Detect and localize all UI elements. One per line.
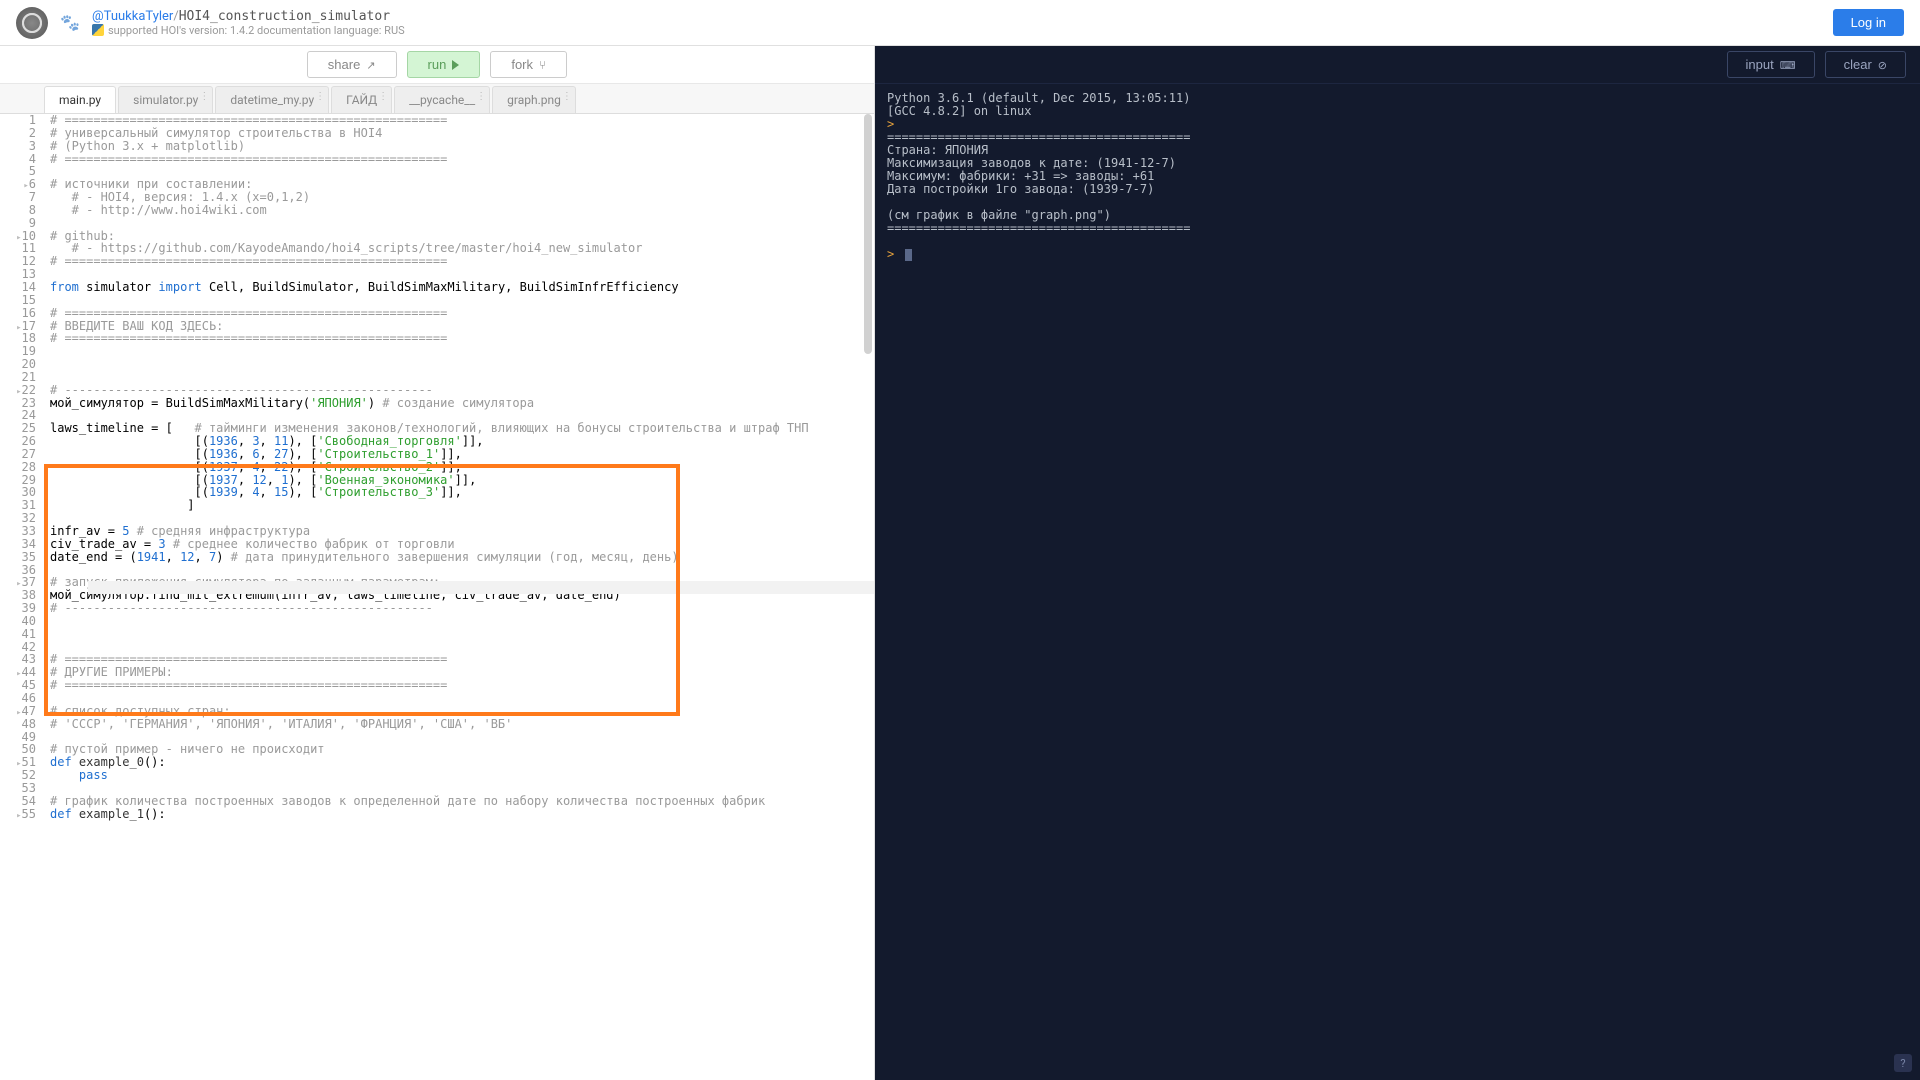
- code-line-52[interactable]: pass: [44, 769, 874, 782]
- code-line-21[interactable]: [44, 371, 874, 384]
- paw-icon: 🐾: [60, 13, 80, 33]
- editor-toolbar: share run fork: [0, 46, 874, 84]
- code-line-19[interactable]: [44, 345, 874, 358]
- console-pane: input clear Python 3.6.1 (default, Dec 2…: [875, 46, 1920, 1080]
- code-line-16[interactable]: # ======================================…: [44, 307, 874, 320]
- tab-simulator-py[interactable]: simulator.py⋮: [118, 86, 213, 113]
- code-line-53[interactable]: [44, 782, 874, 795]
- code-line-18[interactable]: # ======================================…: [44, 332, 874, 345]
- code-line-2[interactable]: # универсальный симулятор строительства …: [44, 127, 874, 140]
- logo-icon[interactable]: [16, 7, 48, 39]
- code-line-45[interactable]: # ======================================…: [44, 679, 874, 692]
- code-line-12[interactable]: # ======================================…: [44, 255, 874, 268]
- share-icon: [366, 57, 375, 72]
- console-toolbar: input clear: [875, 46, 1920, 84]
- run-button[interactable]: run: [407, 51, 481, 78]
- tab-main-py[interactable]: main.py: [44, 86, 116, 113]
- scrollbar-thumb[interactable]: [864, 114, 872, 354]
- code-line-55[interactable]: def example_1():: [44, 808, 874, 821]
- code-area[interactable]: # ======================================…: [44, 114, 874, 1080]
- breadcrumb-project[interactable]: HOI4_construction_simulator: [179, 9, 390, 24]
- breadcrumb-subtitle: supported HOI's version: 1.4.2 documenta…: [108, 24, 405, 37]
- tab-datetime_my-py[interactable]: datetime_my.py⋮: [215, 86, 329, 113]
- play-icon: [452, 60, 459, 70]
- code-line-39[interactable]: # --------------------------------------…: [44, 602, 874, 615]
- code-line-1[interactable]: # ======================================…: [44, 114, 874, 127]
- code-line-28[interactable]: [(1937, 4, 22), ['Строительство_2']],: [44, 461, 874, 474]
- code-line-50[interactable]: # пустой пример - ничего не происходит: [44, 743, 874, 756]
- input-button[interactable]: input: [1727, 51, 1815, 78]
- help-icon[interactable]: ?: [1894, 1054, 1912, 1072]
- code-line-26[interactable]: [(1936, 3, 11), ['Свободная_торговля']],: [44, 435, 874, 448]
- clear-icon: [1878, 57, 1887, 72]
- file-tabs: main.pysimulator.py⋮datetime_my.py⋮ГАЙД⋮…: [0, 84, 874, 114]
- tab-graph-png[interactable]: graph.png⋮: [492, 86, 576, 113]
- code-line-14[interactable]: from simulator import Cell, BuildSimulat…: [44, 281, 874, 294]
- code-editor[interactable]: 12345▸6789▸10111213141516▸1718192021▸222…: [0, 114, 874, 1080]
- fork-button[interactable]: fork: [490, 51, 567, 78]
- console-output[interactable]: Python 3.6.1 (default, Dec 2015, 13:05:1…: [875, 84, 1920, 1080]
- code-line-4[interactable]: # ======================================…: [44, 153, 874, 166]
- code-line-54[interactable]: # график количества построенных заводов …: [44, 795, 874, 808]
- breadcrumb: @TuukkaTyler/HOI4_construction_simulator…: [92, 9, 405, 37]
- fork-icon: [539, 57, 546, 72]
- code-line-8[interactable]: # - http://www.hoi4wiki.com: [44, 204, 874, 217]
- code-line-46[interactable]: [44, 692, 874, 705]
- code-line-31[interactable]: ]: [44, 499, 874, 512]
- input-icon: [1780, 57, 1796, 72]
- share-button[interactable]: share: [307, 51, 397, 78]
- code-line-20[interactable]: [44, 358, 874, 371]
- tab--[interactable]: ГАЙД⋮: [331, 86, 392, 113]
- clear-button[interactable]: clear: [1825, 51, 1906, 78]
- code-line-35[interactable]: date_end = (1941, 12, 7) # дата принудит…: [44, 551, 874, 564]
- python-icon: [92, 24, 104, 36]
- code-line-3[interactable]: # (Python 3.x + matplotlib): [44, 140, 874, 153]
- current-line-highlight: [88, 581, 874, 594]
- code-line-15[interactable]: [44, 294, 874, 307]
- tab-__pycache__[interactable]: __pycache__⋮: [394, 86, 490, 113]
- line-gutter: 12345▸6789▸10111213141516▸1718192021▸222…: [0, 114, 44, 1080]
- editor-pane: share run fork main.pysimulator.py⋮datet…: [0, 46, 875, 1080]
- code-line-33[interactable]: infr_av = 5 # средняя инфраструктура: [44, 525, 874, 538]
- breadcrumb-user[interactable]: @TuukkaTyler: [92, 9, 173, 24]
- code-line-7[interactable]: # - HOI4, версия: 1.4.x (x=0,1,2): [44, 191, 874, 204]
- login-button[interactable]: Log in: [1833, 9, 1904, 36]
- code-line-51[interactable]: def example_0():: [44, 756, 874, 769]
- code-line-27[interactable]: [(1936, 6, 27), ['Строительство_1']],: [44, 448, 874, 461]
- app-header: 🐾 @TuukkaTyler/HOI4_construction_simulat…: [0, 0, 1920, 46]
- code-line-9[interactable]: [44, 217, 874, 230]
- code-line-40[interactable]: [44, 615, 874, 628]
- code-line-48[interactable]: # 'СССР', 'ГЕРМАНИЯ', 'ЯПОНИЯ', 'ИТАЛИЯ'…: [44, 718, 874, 731]
- code-line-23[interactable]: мой_симулятор = BuildSimMaxMilitary('ЯПО…: [44, 397, 874, 410]
- code-line-41[interactable]: [44, 628, 874, 641]
